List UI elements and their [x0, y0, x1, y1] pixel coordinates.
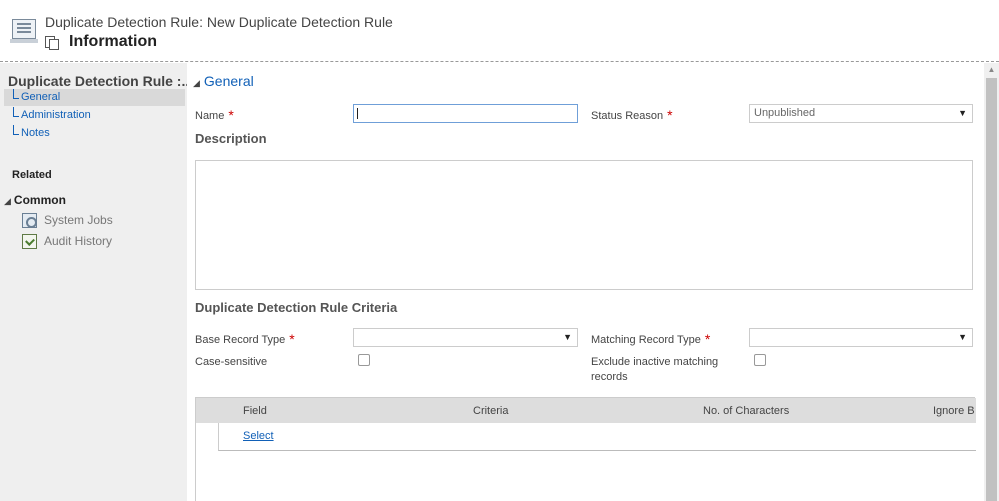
base-record-type-label: Base Record Type * [195, 330, 295, 347]
nav-item-label: Notes [21, 127, 50, 139]
duplicate-detection-rule-icon [10, 17, 38, 45]
case-sensitive-checkbox[interactable] [358, 354, 370, 366]
tree-line-icon [13, 107, 19, 117]
section-general-toggle[interactable]: ◢ General [193, 73, 254, 89]
matching-record-type-label-text: Matching Record Type [591, 334, 701, 346]
navigation-sidebar: Duplicate Detection Rule :... General Ad… [0, 63, 193, 501]
name-label-text: Name [195, 110, 225, 122]
related-item-audit-history[interactable]: Audit History [22, 233, 112, 249]
required-marker: * [704, 331, 711, 347]
nav-item-general[interactable]: General [4, 89, 185, 106]
case-sensitive-label: Case-sensitive [195, 356, 268, 368]
related-item-system-jobs[interactable]: System Jobs [22, 212, 113, 228]
scroll-up-arrow-icon[interactable]: ▲ [984, 63, 999, 77]
required-marker: * [289, 331, 295, 347]
table-row: Select [218, 423, 976, 451]
column-header-field[interactable]: Field [243, 405, 267, 417]
tree-line-icon [13, 89, 19, 99]
form-header: Duplicate Detection Rule: New Duplicate … [0, 0, 999, 62]
column-header-ignore-blank[interactable]: Ignore B [933, 405, 975, 417]
related-item-label: System Jobs [44, 213, 113, 227]
common-group-toggle[interactable]: ◢ Common [4, 193, 66, 207]
required-marker: * [667, 107, 673, 123]
status-reason-value: Unpublished [754, 107, 816, 119]
collapse-triangle-icon: ◢ [4, 196, 11, 206]
nav-item-label: General [21, 91, 61, 103]
grid-header-row: Field Criteria No. of Characters Ignore … [196, 398, 976, 423]
form-selector-icon[interactable] [45, 36, 59, 50]
record-title: Duplicate Detection Rule: New Duplicate … [45, 14, 393, 30]
sidebar-entity-name: Duplicate Detection Rule :... [8, 73, 194, 89]
exclude-inactive-checkbox[interactable] [754, 354, 766, 366]
matching-record-type-select[interactable]: ▼ [749, 328, 973, 347]
name-label: Name * [195, 106, 234, 123]
related-heading: Related [12, 169, 52, 181]
dropdown-arrow-icon: ▼ [958, 332, 967, 342]
scrollbar-thumb[interactable] [986, 78, 997, 501]
related-item-label: Audit History [44, 234, 113, 248]
system-jobs-icon [22, 213, 37, 228]
nav-item-label: Administration [21, 109, 91, 121]
column-header-characters[interactable]: No. of Characters [703, 405, 789, 417]
exclude-inactive-label: Exclude inactive matching [591, 356, 719, 368]
nav-item-notes[interactable]: Notes [4, 125, 185, 142]
tree-line-icon [13, 125, 19, 135]
exclude-inactive-label-line2: records [591, 371, 628, 383]
status-reason-label: Status Reason * [591, 106, 673, 123]
dropdown-arrow-icon: ▼ [563, 332, 572, 342]
column-header-criteria[interactable]: Criteria [473, 405, 508, 417]
matching-record-type-label: Matching Record Type * [591, 330, 711, 347]
nav-item-administration[interactable]: Administration [4, 107, 185, 124]
form-body: ◢ General Name * Status Reason * Unpublishe… [187, 63, 984, 501]
base-record-type-label-text: Base Record Type [195, 334, 286, 346]
audit-history-icon [22, 234, 37, 249]
form-name[interactable]: Information [69, 33, 157, 51]
name-input[interactable] [353, 104, 578, 123]
collapse-triangle-icon: ◢ [193, 78, 200, 88]
status-reason-label-text: Status Reason [591, 110, 664, 122]
status-reason-select[interactable]: Unpublished ▼ [749, 104, 973, 123]
dropdown-arrow-icon: ▼ [958, 108, 967, 118]
section-title: General [203, 73, 254, 89]
description-label: Description [195, 131, 267, 146]
vertical-scrollbar[interactable]: ▲ [984, 63, 999, 501]
common-group-label: Common [13, 193, 66, 207]
criteria-section-title: Duplicate Detection Rule Criteria [195, 300, 398, 315]
base-record-type-select[interactable]: ▼ [353, 328, 578, 347]
select-field-link[interactable]: Select [243, 430, 274, 442]
description-textarea[interactable] [195, 160, 973, 290]
required-marker: * [228, 107, 234, 123]
criteria-grid: Field Criteria No. of Characters Ignore … [195, 397, 976, 501]
